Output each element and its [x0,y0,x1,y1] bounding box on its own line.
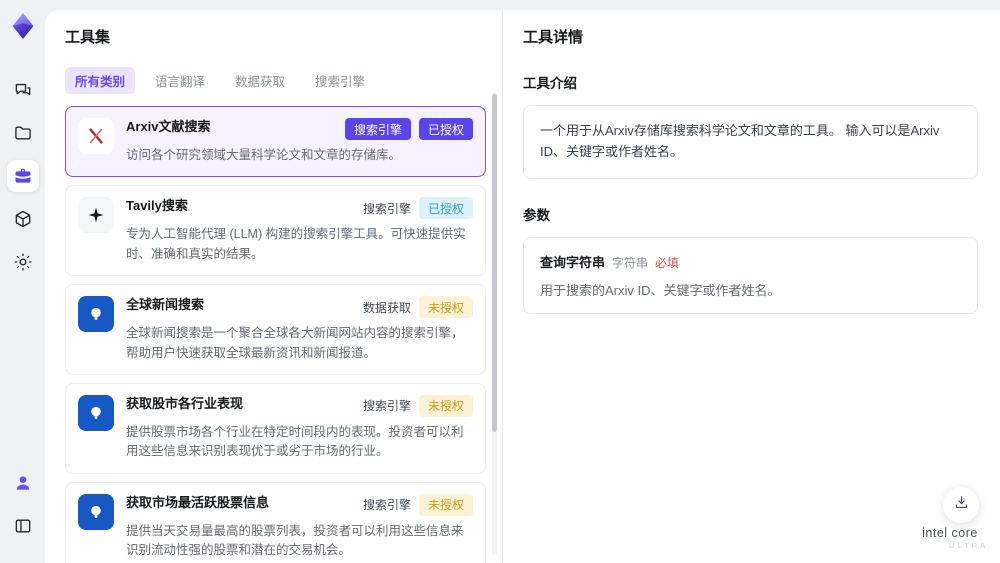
param-name: 查询字符串 [540,254,606,270]
download-icon [953,494,970,516]
tool-card[interactable]: 获取股市各行业表现 搜索引擎 未授权 提供股票市场各个行业在特定时间段内的表现。… [65,382,486,474]
arxiv-logo-icon [78,118,114,154]
tool-name: Tavily搜索 [126,198,188,214]
tool-category-tag: 搜索引擎 [344,118,411,140]
tool-list: Arxiv文献搜索 搜索引擎 已授权 访问各个研究领域大量科学论文和文章的存储库… [45,104,502,563]
tab-search-engine[interactable]: 搜索引擎 [305,67,375,94]
tool-name: 全球新闻搜索 [126,297,205,313]
tool-auth-badge: 未授权 [418,394,473,417]
left-rail [0,0,45,563]
tool-name: 获取市场最活跃股票信息 [126,494,270,510]
sidebar-item-plugins[interactable] [7,203,39,235]
tool-detail-panel: 工具详情 工具介绍 一个用于从Arxiv存储库搜索科学论文和文章的工具。 输入可… [503,10,1000,563]
tool-name: 获取股市各行业表现 [126,395,244,411]
category-tabs: 所有类别 语言翻译 数据获取 搜索引擎 [65,67,482,94]
param-required-badge: 必填 [655,255,680,270]
scrollbar-thumb[interactable] [492,94,497,432]
tool-description: 全球新闻搜索是一个聚合全球各大新闻网站内容的搜索引擎，帮助用户快速获取全球最新资… [126,326,464,360]
settings-icon [13,252,33,272]
params-heading: 参数 [523,207,550,223]
tab-data-fetch[interactable]: 数据获取 [225,67,295,94]
panel-toggle-button[interactable] [7,510,39,542]
tool-description: 提供当天交易量最高的股票列表，投资者可以利用这些信息来识别流动性强的股票和潜在的… [126,523,464,557]
chat-icon [13,80,33,100]
intro-box: 一个用于从Arxiv存储库搜索科学论文和文章的工具。 输入可以是Arxiv ID… [523,105,978,179]
param-card: 查询字符串 字符串 必填 用于搜索的Arxiv ID、关键字或作者姓名。 [523,236,978,314]
globe-news-icon [78,296,114,333]
intro-heading: 工具介绍 [523,76,577,91]
tool-list-panel: 工具集 所有类别 语言翻译 数据获取 搜索引擎 Arxiv文献搜索 搜索引擎 已… [45,10,503,563]
download-button[interactable] [943,487,979,523]
tool-card[interactable]: 全球新闻搜索 数据获取 未授权 全球新闻搜索是一个聚合全球各大新闻网站内容的搜索… [65,284,486,375]
stock-icon [78,493,114,530]
page-title: 工具集 [65,29,111,46]
app-logo-icon [9,12,37,40]
tool-name: Arxiv文献搜索 [126,119,211,134]
panel-toggle-icon [13,516,33,536]
sidebar-item-settings[interactable] [7,246,39,278]
tavily-star-icon [78,197,114,234]
intel-core-badge: intel core ultra [912,526,988,550]
tool-auth-badge: 未授权 [418,493,473,516]
detail-title: 工具详情 [523,29,584,46]
tab-all-categories[interactable]: 所有类别 [65,67,136,94]
tool-auth-badge: 已授权 [418,118,473,140]
tool-auth-badge: 已授权 [418,197,473,220]
tool-card[interactable]: Tavily搜索 搜索引擎 已授权 专为人工智能代理 (LLM) 构建的搜索引擎… [65,185,486,277]
intel-ultra-text: ultra [948,541,988,550]
tool-category-tag: 搜索引擎 [362,498,411,513]
avatar-icon [13,473,33,493]
param-type: 字符串 [612,255,649,270]
tab-translation[interactable]: 语言翻译 [145,67,215,94]
package-icon [13,209,33,229]
tool-description: 访问各个研究领域大量科学论文和文章的存储库。 [126,148,402,162]
sidebar-item-files[interactable] [7,117,39,149]
main-surface: 工具集 所有类别 语言翻译 数据获取 搜索引擎 Arxiv文献搜索 搜索引擎 已… [45,10,1000,563]
stock-icon [78,394,114,431]
tool-description: 提供股票市场各个行业在特定时间段内的表现。投资者可以利用这些信息来识别表现优于或… [126,424,464,459]
tool-card[interactable]: 获取市场最活跃股票信息 搜索引擎 未授权 提供当天交易量最高的股票列表，投资者可… [65,481,486,563]
tool-description: 专为人工智能代理 (LLM) 构建的搜索引擎工具。可快速提供实时、准确和真实的结… [126,227,466,261]
toolbox-icon [13,166,33,186]
tool-category-tag: 数据获取 [362,300,411,315]
tool-card[interactable]: Arxiv文献搜索 搜索引擎 已授权 访问各个研究领域大量科学论文和文章的存储库… [65,106,486,178]
folder-icon [13,123,33,143]
tool-category-tag: 搜索引擎 [362,201,411,216]
intel-core-text: intel core [922,526,978,540]
tool-category-tag: 搜索引擎 [362,399,411,414]
sidebar-item-chat[interactable] [7,74,39,106]
sidebar-item-account[interactable] [7,467,39,499]
param-description: 用于搜索的Arxiv ID、关键字或作者姓名。 [540,282,781,298]
tool-auth-badge: 未授权 [418,296,473,319]
sidebar-item-tools[interactable] [6,160,39,192]
